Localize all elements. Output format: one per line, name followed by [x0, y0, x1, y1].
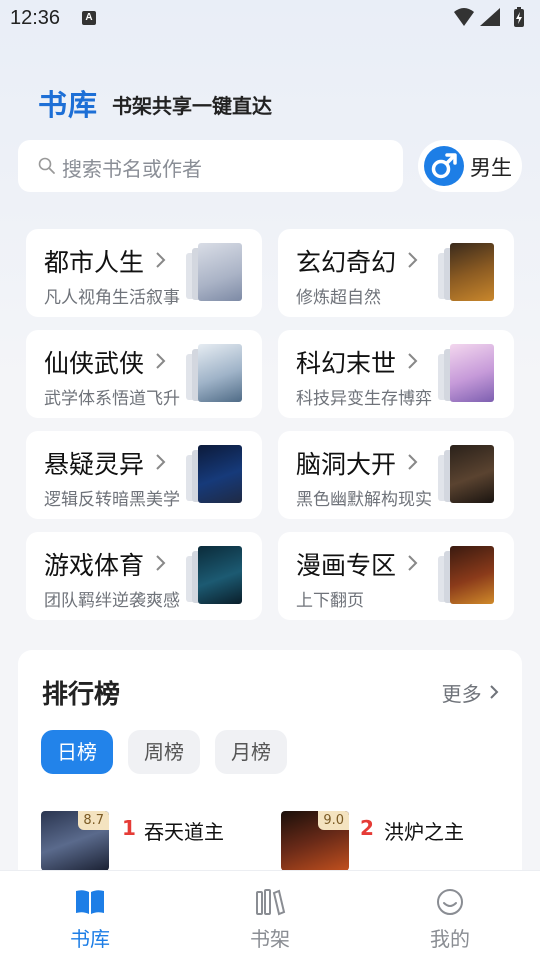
system-icons: [452, 6, 532, 34]
category-cover: [438, 243, 498, 305]
smile-icon: [437, 889, 463, 915]
category-cover: [186, 344, 246, 406]
category-title: 漫画专区: [296, 551, 397, 580]
book-rank: 1: [122, 816, 136, 840]
category-title: 科幻末世: [296, 349, 397, 378]
status-time: 12:36: [10, 7, 61, 29]
wifi-icon: [454, 8, 474, 26]
book-score: 9.0: [318, 811, 349, 830]
tab-label: 书架: [250, 927, 290, 951]
category-cover: [186, 546, 246, 608]
status-bar: 12:36 A: [0, 0, 540, 36]
category-title: 玄幻奇幻: [296, 248, 397, 277]
notification-a-icon: A: [82, 11, 96, 25]
category-title: 游戏体育: [44, 551, 145, 580]
book-title[interactable]: 洪炉之主: [384, 816, 464, 845]
bottom-tab-bar: 书库 书架 我的: [0, 870, 540, 961]
tab-mine[interactable]: 我的: [390, 871, 510, 961]
ranking-more-link[interactable]: 更多: [442, 678, 500, 707]
search-input[interactable]: 搜索书名或作者: [18, 140, 403, 192]
chevron-right-icon: [156, 555, 166, 571]
gender-switch-button[interactable]: 男生: [418, 140, 522, 192]
more-label: 更多: [441, 682, 482, 706]
gender-label: 男生: [470, 156, 512, 180]
category-title: 仙侠武侠: [44, 349, 145, 378]
chevron-right-icon: [490, 685, 499, 699]
chevron-right-icon: [156, 252, 166, 268]
category-title: 悬疑灵异: [44, 450, 145, 479]
ranking-panel: 排行榜 更多 日榜 周榜 月榜 8.7 1 吞天道主 9.0 2 洪炉之主: [18, 650, 522, 890]
page-header: 书库 书架共享一键直达: [38, 82, 272, 124]
book-title[interactable]: 吞天道主: [144, 816, 224, 845]
category-card-comics[interactable]: 漫画专区 上下翻页: [278, 532, 514, 620]
book-cover[interactable]: 8.7: [41, 811, 109, 871]
male-icon: [424, 146, 464, 186]
category-cover: [438, 344, 498, 406]
book-rank: 2: [360, 816, 374, 840]
category-card-brainstorm[interactable]: 脑洞大开 黑色幽默解构现实: [278, 431, 514, 519]
signal-icon: [480, 8, 500, 26]
book-score: 8.7: [78, 811, 109, 830]
tab-daily[interactable]: 日榜: [41, 730, 113, 774]
search-icon: [38, 157, 55, 174]
category-card-scifi[interactable]: 科幻末世 科技异变生存博弈: [278, 330, 514, 418]
tab-library[interactable]: 书库: [30, 871, 150, 961]
book-cover[interactable]: 9.0: [281, 811, 349, 871]
tab-bookshelf[interactable]: 书架: [210, 871, 330, 961]
category-cover: [186, 445, 246, 507]
chevron-right-icon: [408, 252, 418, 268]
tab-label: 我的: [430, 927, 470, 951]
category-card-urban[interactable]: 都市人生 凡人视角生活叙事: [26, 229, 262, 317]
chevron-right-icon: [408, 555, 418, 571]
category-card-fantasy[interactable]: 玄幻奇幻 修炼超自然: [278, 229, 514, 317]
category-card-game-sports[interactable]: 游戏体育 团队羁绊逆袭爽感: [26, 532, 262, 620]
page-slogan: 书架共享一键直达: [112, 94, 272, 118]
search-placeholder: 搜索书名或作者: [62, 157, 202, 181]
category-card-suspense[interactable]: 悬疑灵异 逻辑反转暗黑美学: [26, 431, 262, 519]
category-card-xianxia[interactable]: 仙侠武侠 武学体系悟道飞升: [26, 330, 262, 418]
category-cover: [438, 546, 498, 608]
battery-icon: [514, 7, 524, 27]
category-cover: [186, 243, 246, 305]
tab-weekly[interactable]: 周榜: [128, 730, 200, 774]
chevron-right-icon: [408, 353, 418, 369]
open-book-icon: [76, 890, 104, 914]
chevron-right-icon: [156, 353, 166, 369]
chevron-right-icon: [408, 454, 418, 470]
category-cover: [438, 445, 498, 507]
page-title: 书库: [38, 88, 99, 122]
category-title: 脑洞大开: [296, 450, 397, 479]
ranking-title: 排行榜: [42, 680, 121, 710]
tab-monthly[interactable]: 月榜: [215, 730, 287, 774]
bookshelf-icon: [256, 889, 286, 916]
chevron-right-icon: [156, 454, 166, 470]
tab-label: 书库: [70, 927, 110, 951]
category-title: 都市人生: [44, 248, 145, 277]
